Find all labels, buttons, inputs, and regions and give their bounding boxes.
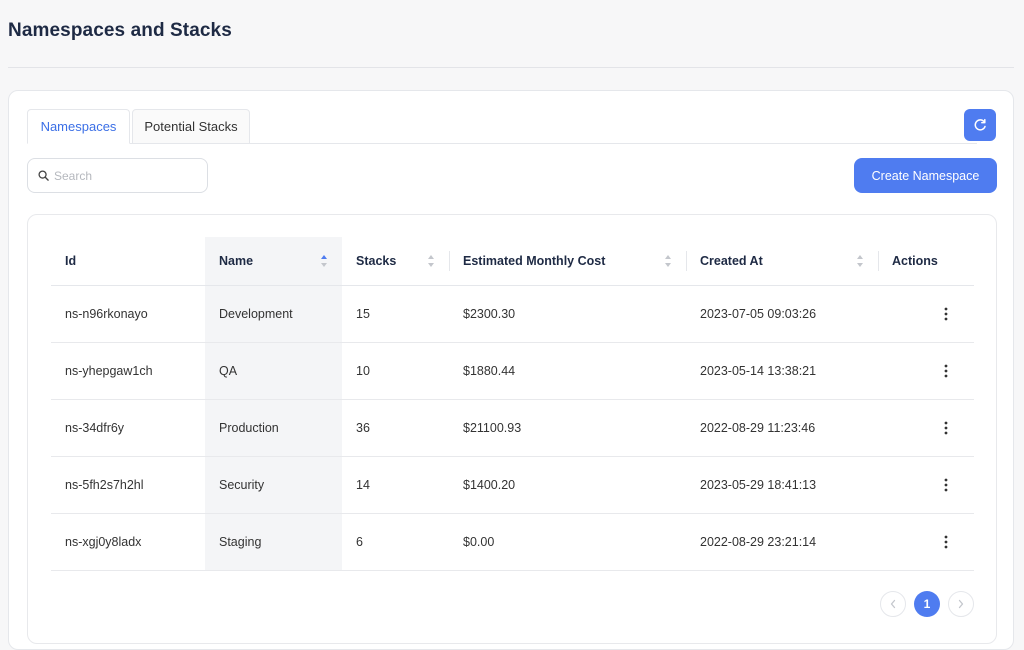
sort-icon[interactable] [427,254,435,268]
cell-id: ns-n96rkonayo [51,285,205,343]
cell-id: ns-5fh2s7h2hl [51,456,205,514]
cell-cost: $1880.44 [449,342,686,400]
previous-page-button[interactable] [880,591,906,617]
namespaces-table-card: Id Name Stacks Estimated Monthly Cost Cr… [27,214,997,644]
cell-created-at: 2022-08-29 23:21:14 [686,513,878,571]
refresh-icon [974,118,986,131]
cell-cost: $2300.30 [449,285,686,343]
table-row[interactable]: ns-n96rkonayo Development 15 $2300.30 20… [51,285,974,343]
sort-icon[interactable] [664,254,672,268]
cell-stacks: 36 [342,399,449,457]
header-divider [8,67,1014,68]
cell-name: QA [205,342,342,400]
tab-namespaces[interactable]: Namespaces [27,109,130,144]
row-actions-button[interactable] [892,421,960,435]
table-row[interactable]: ns-34dfr6y Production 36 $21100.93 2022-… [51,399,974,457]
pagination: 1 [880,591,974,617]
column-header-name[interactable]: Name [205,237,342,286]
cell-name: Development [205,285,342,343]
cell-created-at: 2023-05-14 13:38:21 [686,342,878,400]
cell-actions [878,285,974,343]
table-row[interactable]: ns-yhepgaw1ch QA 10 $1880.44 2023-05-14 … [51,342,974,400]
cell-created-at: 2023-05-29 18:41:13 [686,456,878,514]
tab-label: Potential Stacks [144,119,238,134]
cell-name: Security [205,456,342,514]
column-header-estimated-monthly-cost[interactable]: Estimated Monthly Cost [449,237,686,286]
kebab-menu-icon [944,535,948,548]
cell-cost: $1400.20 [449,456,686,514]
tab-label: Namespaces [40,119,117,134]
cell-created-at: 2022-08-29 11:23:46 [686,399,878,457]
cell-id: ns-34dfr6y [51,399,205,457]
table-row[interactable]: ns-xgj0y8ladx Staging 6 $0.00 2022-08-29… [51,513,974,571]
cell-stacks: 10 [342,342,449,400]
cell-created-at: 2023-07-05 09:03:26 [686,285,878,343]
row-actions-button[interactable] [892,535,960,549]
column-header-created-at[interactable]: Created At [686,237,878,286]
kebab-menu-icon [944,478,948,491]
column-header-actions: Actions [878,237,974,286]
kebab-menu-icon [944,421,948,434]
main-card: Namespaces Potential Stacks Create Names… [8,90,1014,650]
sort-icon[interactable] [856,254,864,268]
chevron-left-icon [890,599,896,609]
cell-name: Staging [205,513,342,571]
search-icon [38,170,49,181]
page-number-button[interactable]: 1 [914,591,940,617]
kebab-menu-icon [944,364,948,377]
cell-actions [878,456,974,514]
cell-stacks: 14 [342,456,449,514]
tab-bar: Namespaces Potential Stacks [27,109,977,144]
sort-icon[interactable] [320,254,328,268]
table-row[interactable]: ns-5fh2s7h2hl Security 14 $1400.20 2023-… [51,456,974,514]
refresh-button[interactable] [964,109,996,141]
create-namespace-button[interactable]: Create Namespace [854,158,997,193]
page-title: Namespaces and Stacks [8,20,232,41]
cell-cost: $0.00 [449,513,686,571]
table-header-row: Id Name Stacks Estimated Monthly Cost Cr… [51,237,974,286]
cell-actions [878,513,974,571]
cell-cost: $21100.93 [449,399,686,457]
row-actions-button[interactable] [892,307,960,321]
kebab-menu-icon [944,307,948,320]
column-header-stacks[interactable]: Stacks [342,237,449,286]
next-page-button[interactable] [948,591,974,617]
cell-stacks: 15 [342,285,449,343]
cell-name: Production [205,399,342,457]
cell-stacks: 6 [342,513,449,571]
chevron-right-icon [958,599,964,609]
search-input[interactable] [54,168,194,183]
cell-actions [878,399,974,457]
cell-id: ns-yhepgaw1ch [51,342,205,400]
namespaces-table: Id Name Stacks Estimated Monthly Cost Cr… [51,237,974,571]
column-header-id: Id [51,237,205,286]
row-actions-button[interactable] [892,478,960,492]
page-header: Namespaces and Stacks [0,0,1024,69]
row-actions-button[interactable] [892,364,960,378]
cell-actions [878,342,974,400]
cell-id: ns-xgj0y8ladx [51,513,205,571]
search-box[interactable] [27,158,208,193]
tab-potential-stacks[interactable]: Potential Stacks [132,109,250,144]
